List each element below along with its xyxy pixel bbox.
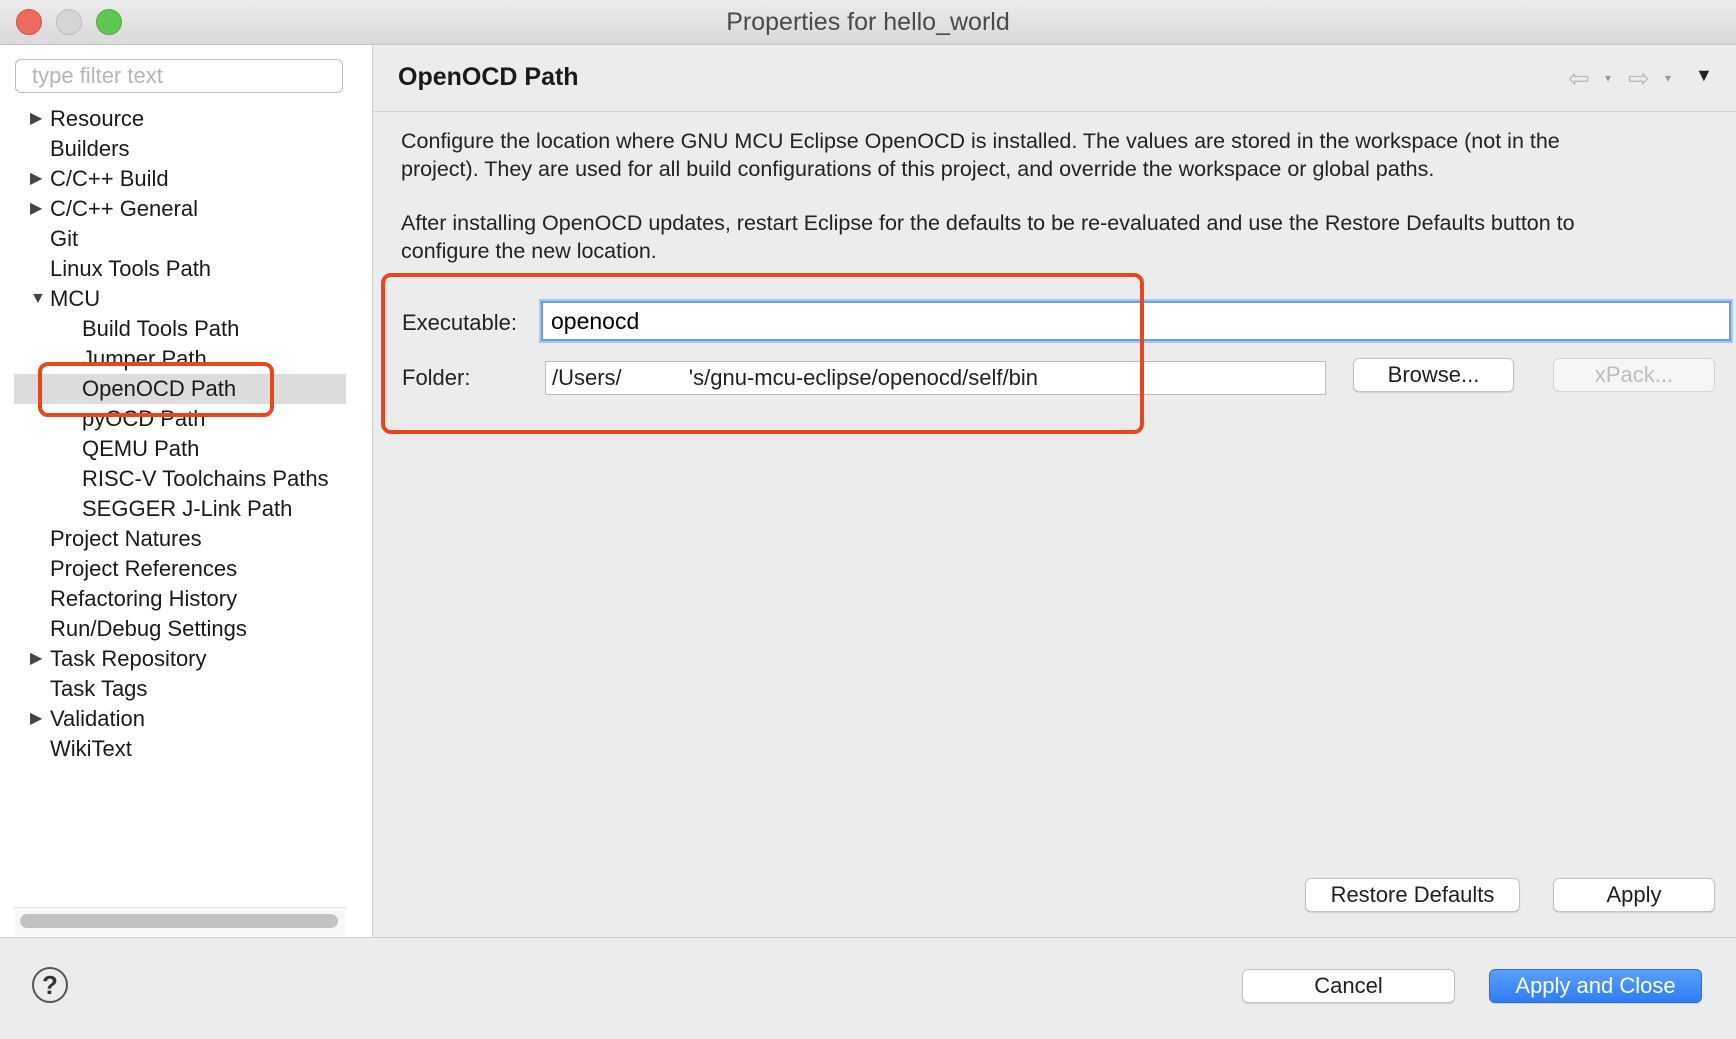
tree-item-label: Refactoring History [50, 586, 238, 611]
tree-item[interactable]: Run/Debug Settings [0, 614, 346, 644]
back-arrow-icon[interactable]: ⇦ [1568, 63, 1590, 94]
dialog-button-bar: ? Cancel Apply and Close [0, 937, 1736, 1039]
executable-input[interactable] [541, 301, 1731, 341]
tree-item[interactable]: SEGGER J-Link Path [0, 494, 346, 524]
tree-item[interactable]: ▶ C/C++ Build [0, 164, 346, 194]
tree-item-label: Resource [50, 106, 145, 131]
tree-item-label: C/C++ General [50, 196, 198, 221]
back-dropdown-icon[interactable]: ▾ [1605, 71, 1611, 85]
tree-item-label: Project Natures [50, 526, 202, 551]
tree-item[interactable]: pyOCD Path [0, 404, 346, 434]
properties-tree-pane: ▶ResourceBuilders▶C/C++ Build▶C/C++ Gene… [0, 45, 373, 937]
tree-item[interactable]: ▶ Validation [0, 704, 346, 734]
window-title: Properties for hello_world [726, 8, 1010, 36]
tree-item-label: Linux Tools Path [50, 256, 212, 281]
executable-label: Executable: [402, 310, 517, 335]
tree-item[interactable]: Build Tools Path [0, 314, 346, 344]
tree-item-label: Builders [50, 136, 130, 161]
tree-item[interactable]: ▶ Task Repository [0, 644, 346, 674]
tree-item-label: C/C++ Build [50, 166, 169, 191]
tree-item-label: QEMU Path [82, 436, 200, 461]
tree-item-label: Task Repository [50, 646, 207, 671]
tree-item-label: Validation [50, 706, 145, 731]
description-line: project). They are used for all build co… [401, 157, 1435, 181]
restore-defaults-button[interactable]: Restore Defaults [1305, 878, 1520, 912]
browse-button[interactable]: Browse... [1353, 358, 1514, 392]
collapsed-triangle-icon[interactable]: ▶ [30, 194, 46, 224]
tree-item[interactable]: WikiText [0, 734, 346, 764]
tree-item-label: Project References [50, 556, 238, 581]
tree-item-label: pyOCD Path [82, 406, 206, 431]
redacted-username-mask [633, 364, 689, 392]
page-title: OpenOCD Path [398, 63, 579, 91]
tree-item-label: SEGGER J-Link Path [82, 496, 293, 521]
tree-item[interactable]: OpenOCD Path [14, 374, 346, 404]
tree-item[interactable]: ▶ C/C++ General [0, 194, 346, 224]
apply-button[interactable]: Apply [1553, 878, 1715, 912]
xpack-button[interactable]: xPack... [1553, 358, 1715, 392]
view-menu-icon[interactable]: ▼ [1695, 65, 1713, 86]
filter-input[interactable] [15, 59, 343, 93]
tree-item[interactable]: Git [0, 224, 346, 254]
tree-item[interactable]: Project Natures [0, 524, 346, 554]
tree-item-label: Build Tools Path [82, 316, 240, 341]
description-line: configure the new location. [401, 239, 657, 263]
tree-item-label: MCU [50, 286, 101, 311]
tree-item[interactable]: QEMU Path [0, 434, 346, 464]
collapsed-triangle-icon[interactable]: ▶ [30, 164, 46, 194]
tree-item-label: OpenOCD Path [82, 376, 237, 401]
collapsed-triangle-icon[interactable]: ▶ [30, 644, 46, 674]
tree-item[interactable]: Linux Tools Path [0, 254, 346, 284]
description-line: After installing OpenOCD updates, restar… [401, 211, 1575, 235]
horizontal-scrollbar[interactable] [20, 914, 338, 928]
tree-item-label: Task Tags [50, 676, 148, 701]
page-header: OpenOCD Path ⇦ ▾ ⇨ ▾ ▼ [373, 45, 1736, 112]
tree-item-label: Jumper Path [82, 346, 207, 371]
tree-item[interactable]: Project References [0, 554, 346, 584]
tree-item-label: WikiText [50, 736, 132, 761]
description-line: Configure the location where GNU MCU Ecl… [401, 129, 1560, 153]
cancel-button[interactable]: Cancel [1242, 969, 1455, 1003]
forward-arrow-icon[interactable]: ⇨ [1628, 63, 1650, 94]
tree-item[interactable]: Jumper Path [0, 344, 346, 374]
forward-dropdown-icon[interactable]: ▾ [1665, 71, 1671, 85]
description-paragraph-1: Configure the location where GNU MCU Ecl… [401, 127, 1721, 183]
tree-item[interactable]: Refactoring History [0, 584, 346, 614]
tree-item[interactable]: RISC-V Toolchains Paths [0, 464, 346, 494]
title-bar: Properties for hello_world [0, 0, 1736, 45]
tree-item-label: Git [50, 226, 79, 251]
highlight-annotation-box [381, 273, 1144, 434]
collapsed-triangle-icon[interactable]: ▶ [30, 104, 46, 134]
tree-item[interactable]: Builders [0, 134, 346, 164]
tree-item-label: RISC-V Toolchains Paths [82, 466, 329, 491]
tree-item-label: Run/Debug Settings [50, 616, 247, 641]
tree-item[interactable]: Task Tags [0, 674, 346, 704]
expanded-triangle-icon[interactable]: ▼ [30, 284, 46, 314]
tree-item[interactable]: ▶ Resource [0, 104, 346, 134]
tree-item[interactable]: ▼ MCU [0, 284, 346, 314]
description-paragraph-2: After installing OpenOCD updates, restar… [401, 209, 1721, 265]
collapsed-triangle-icon[interactable]: ▶ [30, 704, 46, 734]
property-page: OpenOCD Path ⇦ ▾ ⇨ ▾ ▼ Configure the loc… [373, 45, 1736, 937]
folder-label: Folder: [402, 365, 471, 390]
apply-and-close-button[interactable]: Apply and Close [1489, 969, 1702, 1003]
help-icon[interactable]: ? [32, 967, 68, 1003]
